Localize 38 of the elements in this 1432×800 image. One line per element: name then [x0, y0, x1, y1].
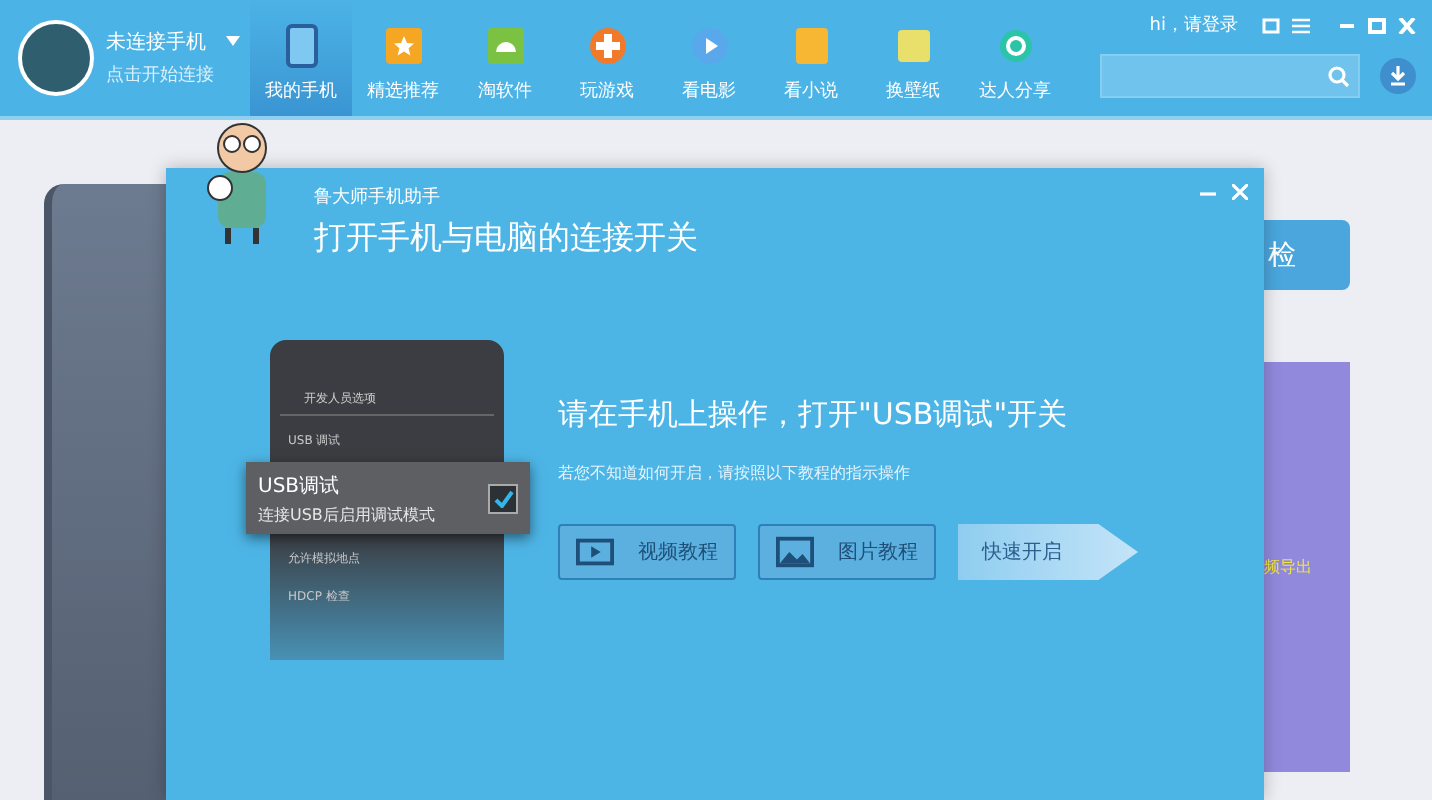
close-icon[interactable] [1232, 184, 1248, 200]
nav-tab[interactable]: 淘软件 [454, 0, 556, 116]
nav-tab[interactable]: 换壁纸 [862, 0, 964, 116]
nav-tab[interactable]: 看小说 [760, 0, 862, 116]
checkup-button[interactable]: 检 [1264, 220, 1350, 290]
connect-hint: 点击开始连接 [106, 63, 214, 88]
message-icon[interactable] [1262, 17, 1280, 33]
nav-tab[interactable]: 玩游戏 [556, 0, 658, 116]
picture-icon [776, 536, 814, 568]
menu-icon[interactable] [1292, 17, 1310, 33]
app-name: 鲁大师手机助手 [314, 185, 442, 210]
play-icon [687, 24, 731, 68]
instruction-text: 请在手机上操作，打开"USB调试"开关 [558, 396, 1070, 434]
check-icon [493, 489, 513, 507]
image-tutorial-button[interactable]: 图片教程 [758, 524, 936, 580]
nav-tab[interactable]: 看电影 [658, 0, 760, 116]
plus-icon [585, 24, 629, 68]
search-icon[interactable] [1328, 65, 1350, 87]
dialog-title: 打开手机与电脑的连接开关 [314, 218, 698, 260]
close-icon[interactable] [1398, 17, 1416, 33]
device-status[interactable]: 未连接手机 [106, 28, 214, 56]
nav-tab[interactable]: 精选推荐 [352, 0, 454, 116]
quick-start-button[interactable]: 快速开启 [958, 524, 1138, 580]
caret-icon[interactable] [226, 36, 240, 46]
robot-icon [483, 24, 527, 68]
avatar[interactable] [18, 20, 94, 96]
callout-title: USB调试 [258, 473, 342, 499]
maximize-icon[interactable] [1368, 17, 1386, 33]
search-field[interactable] [1100, 54, 1360, 98]
callout-subtitle: 连接USB后启用调试模式 [258, 503, 435, 525]
checkbox[interactable] [488, 483, 518, 513]
hint-text: 若您不知道如何开启，请按照以下教程的指示操作 [558, 462, 912, 484]
download-icon[interactable] [1380, 58, 1416, 94]
play-icon [576, 538, 614, 566]
nav-tab[interactable]: 达人分享 [964, 0, 1066, 116]
video-tutorial-button[interactable]: 视频教程 [558, 524, 736, 580]
login-link[interactable]: hi，请登录 [1149, 12, 1238, 38]
export-label: 频导出 [1264, 556, 1312, 578]
